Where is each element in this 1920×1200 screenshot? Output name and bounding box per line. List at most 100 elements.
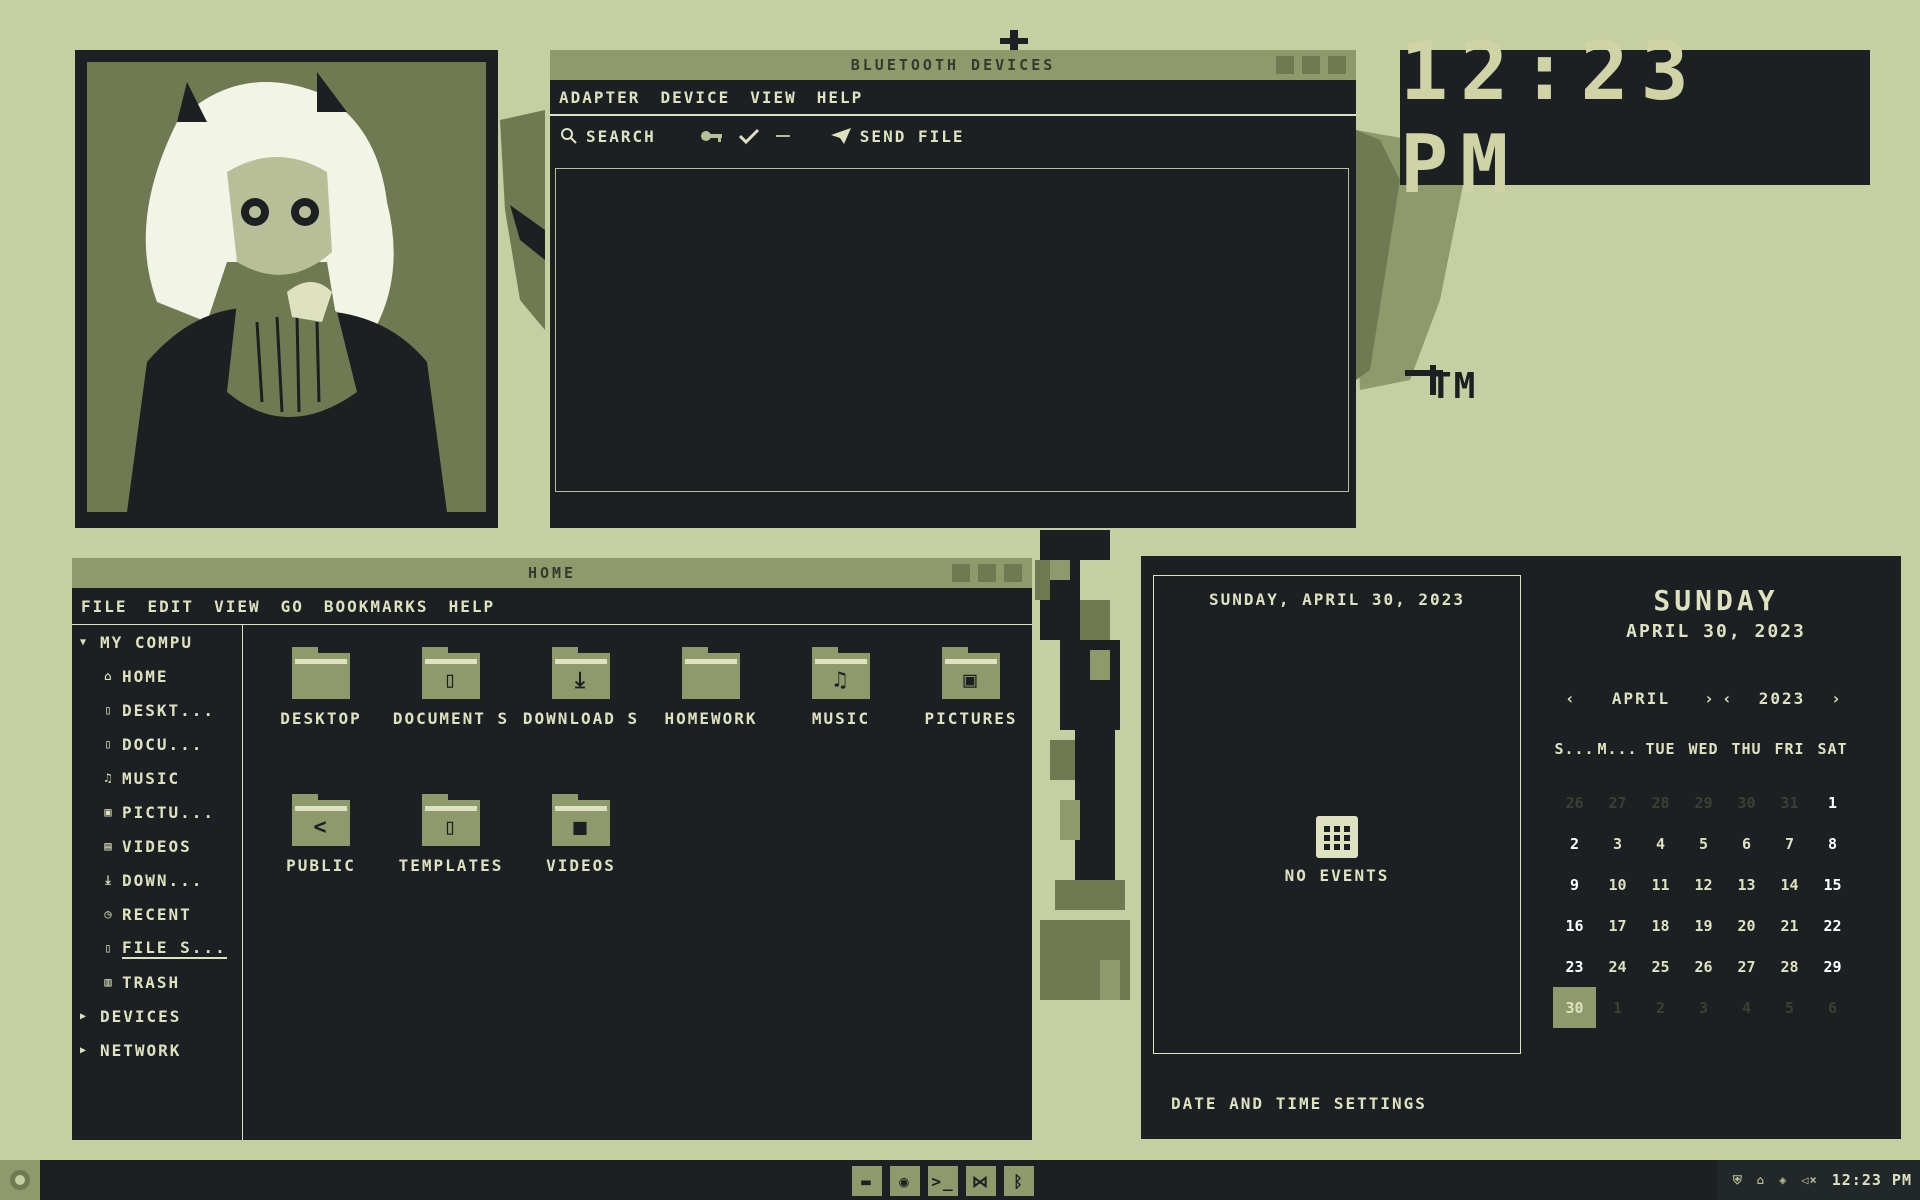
file-manager-titlebar[interactable]: HOME (72, 558, 1032, 588)
day-cell[interactable]: 5 (1768, 987, 1811, 1028)
day-cell[interactable]: 28 (1768, 946, 1811, 987)
day-cell[interactable]: 29 (1682, 782, 1725, 823)
sidebar-item[interactable]: ⌂ HOME (72, 659, 242, 693)
next-month-icon[interactable]: › (1701, 689, 1719, 708)
day-cell[interactable]: 15 (1811, 864, 1854, 905)
day-cell[interactable]: 27 (1596, 782, 1639, 823)
menu-device[interactable]: DEVICE (660, 88, 730, 107)
check-icon[interactable] (738, 127, 760, 145)
folder-item[interactable]: ▯ DOCUMENT S (390, 637, 512, 730)
sidebar-item[interactable]: ⤓ DOWN... (72, 863, 242, 897)
day-cell[interactable]: 14 (1768, 864, 1811, 905)
day-cell[interactable]: 4 (1639, 823, 1682, 864)
prev-year-icon[interactable]: ‹ (1719, 689, 1737, 708)
folder-item[interactable]: DESKTOP (260, 637, 382, 730)
bluetooth-titlebar[interactable]: BLUETOOTH DEVICES (550, 50, 1356, 80)
day-cell[interactable]: 24 (1596, 946, 1639, 987)
sidebar-item[interactable]: ♫ MUSIC (72, 761, 242, 795)
close-button[interactable] (1328, 56, 1346, 74)
day-cell[interactable]: 5 (1682, 823, 1725, 864)
sidebar-item[interactable]: ◷ RECENT (72, 897, 242, 931)
day-cell[interactable]: 16 (1553, 905, 1596, 946)
folder-item[interactable]: ▣ PICTURES (910, 637, 1032, 730)
device-list[interactable] (555, 168, 1349, 492)
menu-go[interactable]: GO (281, 597, 304, 616)
day-cell[interactable]: 26 (1682, 946, 1725, 987)
sidebar-section-network[interactable]: ▶ NETWORK (72, 1033, 242, 1067)
day-cell[interactable]: 10 (1596, 864, 1639, 905)
day-cell[interactable]: 29 (1811, 946, 1854, 987)
menu-file[interactable]: FILE (81, 597, 128, 616)
sidebar-section-devices[interactable]: ▶ DEVICES (72, 999, 242, 1033)
firefox-icon[interactable]: ◉ (890, 1166, 920, 1196)
day-cell[interactable]: 23 (1553, 946, 1596, 987)
sidebar-item[interactable]: ▯ FILE S... (72, 931, 242, 965)
sidebar-item[interactable]: ▤ VIDEOS (72, 829, 242, 863)
menu-help[interactable]: HELP (817, 88, 864, 107)
start-menu-button[interactable] (0, 1160, 40, 1200)
menu-adapter[interactable]: ADAPTER (559, 88, 640, 107)
sidebar-section-my-computer[interactable]: ▼ MY COMPU (72, 625, 242, 659)
day-cell[interactable]: 13 (1725, 864, 1768, 905)
day-cell[interactable]: 17 (1596, 905, 1639, 946)
remove-icon[interactable] (774, 127, 792, 145)
menu-edit[interactable]: EDIT (148, 597, 195, 616)
day-cell[interactable]: 19 (1682, 905, 1725, 946)
day-cell-today[interactable]: 30 (1553, 987, 1596, 1028)
minimize-button[interactable] (952, 564, 970, 582)
sidebar-item[interactable]: ▯ DESKT... (72, 693, 242, 727)
day-cell[interactable]: 20 (1725, 905, 1768, 946)
menu-bookmarks[interactable]: BOOKMARKS (324, 597, 429, 616)
day-cell[interactable]: 11 (1639, 864, 1682, 905)
day-cell[interactable]: 2 (1553, 823, 1596, 864)
prev-month-icon[interactable]: ‹ (1561, 689, 1581, 708)
maximize-button[interactable] (1302, 56, 1320, 74)
day-cell[interactable]: 22 (1811, 905, 1854, 946)
folder-item[interactable]: ♫ MUSIC (780, 637, 902, 730)
folder-item[interactable]: ⤓ DOWNLOAD S (520, 637, 642, 730)
date-time-settings-link[interactable]: DATE AND TIME SETTINGS (1171, 1094, 1427, 1113)
folder-item[interactable]: ■ VIDEOS (520, 784, 642, 877)
vscode-icon[interactable]: ⋈ (966, 1166, 996, 1196)
taskbar-clock[interactable]: 12:23 PM (1832, 1171, 1912, 1189)
day-cell[interactable]: 25 (1639, 946, 1682, 987)
day-cell[interactable]: 7 (1768, 823, 1811, 864)
day-cell[interactable]: 9 (1553, 864, 1596, 905)
day-cell[interactable]: 27 (1725, 946, 1768, 987)
folder-item[interactable]: < PUBLIC (260, 784, 382, 877)
sidebar-item[interactable]: ▣ PICTU... (72, 795, 242, 829)
day-cell[interactable]: 1 (1596, 987, 1639, 1028)
sidebar-item[interactable]: ▥ TRASH (72, 965, 242, 999)
vpn-icon[interactable]: ◈ (1779, 1173, 1787, 1187)
send-file-button[interactable]: SEND FILE (830, 127, 965, 146)
day-cell[interactable]: 8 (1811, 823, 1854, 864)
search-button[interactable]: SEARCH (560, 127, 656, 146)
day-cell[interactable]: 4 (1725, 987, 1768, 1028)
menu-help[interactable]: HELP (449, 597, 496, 616)
day-cell[interactable]: 18 (1639, 905, 1682, 946)
day-cell[interactable]: 28 (1639, 782, 1682, 823)
folder-item[interactable]: ▯ TEMPLATES (390, 784, 512, 877)
close-button[interactable] (1004, 564, 1022, 582)
file-manager-icon[interactable]: ▬ (852, 1166, 882, 1196)
day-cell[interactable]: 31 (1768, 782, 1811, 823)
key-icon[interactable] (700, 128, 724, 144)
day-cell[interactable]: 21 (1768, 905, 1811, 946)
day-cell[interactable]: 3 (1682, 987, 1725, 1028)
menu-view[interactable]: VIEW (214, 597, 261, 616)
maximize-button[interactable] (978, 564, 996, 582)
shield-icon[interactable]: ⛨ (1733, 1173, 1743, 1188)
day-cell[interactable]: 12 (1682, 864, 1725, 905)
day-cell[interactable]: 30 (1725, 782, 1768, 823)
day-cell[interactable]: 3 (1596, 823, 1639, 864)
volume-muted-icon[interactable]: ◁× (1801, 1173, 1817, 1187)
folder-item[interactable]: HOMEWORK (650, 637, 772, 730)
minimize-button[interactable] (1276, 56, 1294, 74)
day-cell[interactable]: 2 (1639, 987, 1682, 1028)
day-cell[interactable]: 6 (1811, 987, 1854, 1028)
usb-icon[interactable]: ⌂ (1757, 1173, 1765, 1187)
menu-view[interactable]: VIEW (750, 88, 797, 107)
day-cell[interactable]: 26 (1553, 782, 1596, 823)
sidebar-item[interactable]: ▯ DOCU... (72, 727, 242, 761)
terminal-icon[interactable]: >_ (928, 1166, 958, 1196)
